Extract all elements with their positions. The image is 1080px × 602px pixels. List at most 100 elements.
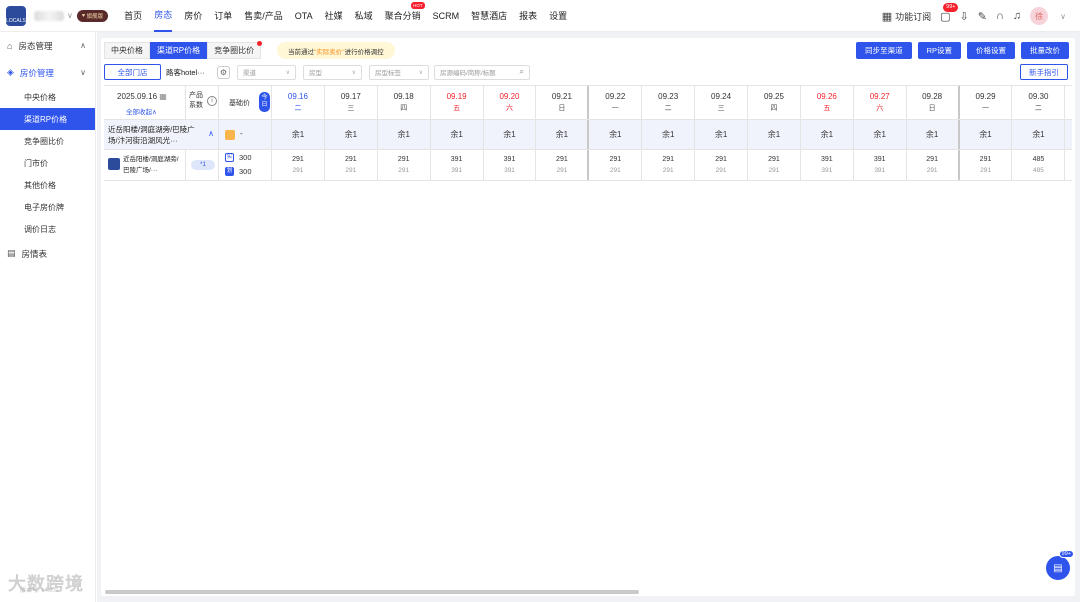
filter-select-2[interactable]: 房型标签 ∨: [369, 64, 429, 80]
product-name[interactable]: 近岳阳楼/洞庭湖旁/巴陵广场/···: [123, 154, 183, 176]
price-cell[interactable]: 391 391: [484, 150, 537, 180]
date-column-header[interactable]: 09.18 四: [378, 86, 431, 119]
availability-cell[interactable]: 余1: [960, 120, 1013, 149]
nav-item-7[interactable]: 私域: [355, 0, 373, 32]
availability-cell[interactable]: 余1: [801, 120, 854, 149]
availability-cell[interactable]: 余1: [589, 120, 643, 149]
bell-icon[interactable]: ♫: [1013, 10, 1021, 22]
avatar-chevron-icon[interactable]: ∨: [1060, 12, 1066, 21]
nav-item-1[interactable]: 房态: [154, 0, 173, 32]
availability-cell[interactable]: 余1: [695, 120, 749, 149]
availability-cell[interactable]: 余1: [907, 120, 960, 149]
filter-select-0[interactable]: 渠道 ∨: [237, 64, 296, 80]
gear-icon[interactable]: ⚙: [217, 65, 230, 79]
price-cell[interactable]: 291 291: [536, 150, 590, 180]
date-column-header[interactable]: 09.20 六: [484, 86, 537, 119]
availability-cell[interactable]: 余1: [1012, 120, 1066, 149]
date-picker[interactable]: 2025.09.16 ▦: [117, 92, 167, 101]
date-column-header[interactable]: 09.19 五: [431, 86, 484, 119]
date-column-header[interactable]: 09.24 三: [695, 86, 749, 119]
nav-item-6[interactable]: 社媒: [325, 0, 343, 32]
horizontal-scrollbar[interactable]: [105, 590, 639, 594]
price-cell[interactable]: 291 291: [642, 150, 696, 180]
price-cell[interactable]: 291 291: [960, 150, 1013, 180]
date-column-header[interactable]: 09.25 四: [748, 86, 801, 119]
nav-item-11[interactable]: 报表: [519, 0, 537, 32]
sidebar-group-2[interactable]: ▤ 房情表: [0, 240, 95, 267]
tab-2[interactable]: 竞争圈比价: [207, 41, 263, 59]
base-sell-value[interactable]: 300: [239, 153, 252, 162]
headset-icon[interactable]: ∩: [996, 10, 1004, 22]
date-column-header[interactable]: 09.23 二: [642, 86, 696, 119]
availability-cell[interactable]: 余1: [272, 120, 325, 149]
availability-cell[interactable]: 余1: [854, 120, 907, 149]
date-column-header[interactable]: 09.17 三: [325, 86, 378, 119]
date-column-header[interactable]: 09.29 一: [960, 86, 1013, 119]
price-cell[interactable]: 291 291: [272, 150, 325, 180]
collapse-all-link[interactable]: 全部收起∧: [126, 106, 157, 116]
avatar[interactable]: 徐: [1030, 7, 1049, 25]
base-strike-value[interactable]: 300: [239, 167, 252, 176]
nav-item-2[interactable]: 房价: [184, 0, 202, 32]
sidebar-item-2[interactable]: 竞争圈比价: [0, 130, 95, 152]
date-column-header[interactable]: 09.27 六: [854, 86, 907, 119]
today-button[interactable]: 今日: [259, 92, 270, 112]
tab-1[interactable]: 渠道RP价格: [150, 42, 208, 59]
sidebar-group-0[interactable]: ⌂ 房态管理 ∧: [0, 32, 95, 59]
hotel-select[interactable]: 路客hotel···: [161, 64, 215, 80]
price-cell[interactable]: 391 391: [854, 150, 907, 180]
price-cell[interactable]: 391 391: [431, 150, 484, 180]
action-button-1[interactable]: RP设置: [917, 42, 961, 59]
availability-cell[interactable]: 余1: [431, 120, 484, 149]
sidebar-item-4[interactable]: 其他价格: [0, 174, 95, 196]
price-cell[interactable]: 391 391: [801, 150, 854, 180]
action-button-3[interactable]: 批量改价: [1021, 42, 1069, 59]
price-cell[interactable]: 291 291: [589, 150, 643, 180]
date-column-header[interactable]: 09.21 日: [536, 86, 590, 119]
availability-cell[interactable]: 余1: [325, 120, 378, 149]
nav-item-0[interactable]: 首页: [124, 0, 142, 32]
sidebar-item-5[interactable]: 电子房价牌: [0, 196, 95, 218]
sidebar-item-0[interactable]: 中央价格: [0, 86, 95, 108]
chevron-down-icon[interactable]: ∨: [67, 11, 73, 20]
sidebar-item-3[interactable]: 门市价: [0, 152, 95, 174]
account-name-blurred[interactable]: [34, 10, 64, 21]
nav-item-12[interactable]: 设置: [549, 0, 567, 32]
room-collapse-icon[interactable]: ∧: [208, 129, 214, 138]
date-column-header[interactable]: 09.30 二: [1012, 86, 1066, 119]
brand-logo[interactable]: LOCALS: [6, 5, 26, 26]
nav-item-8[interactable]: 聚合分销 HOT: [385, 0, 425, 32]
price-cell[interactable]: 291 291: [325, 150, 378, 180]
availability-cell[interactable]: 余1: [642, 120, 696, 149]
filter-select-1[interactable]: 房型 ∨: [303, 64, 362, 80]
sidebar-group-1[interactable]: ◈ 房价管理 ∨: [0, 59, 95, 86]
guide-button[interactable]: 新手指引: [1020, 64, 1068, 80]
info-icon[interactable]: i: [207, 96, 217, 106]
availability-cell[interactable]: 余1: [536, 120, 590, 149]
action-button-2[interactable]: 价格设置: [967, 42, 1015, 59]
message-icon[interactable]: ▢ 99+: [940, 2, 959, 23]
date-column-header[interactable]: 09.16 二: [272, 86, 325, 119]
availability-cell[interactable]: 余1: [748, 120, 801, 149]
all-stores-button[interactable]: 全部门店: [104, 64, 161, 80]
coef-badge[interactable]: *1: [191, 160, 215, 170]
price-cell[interactable]: 485 485: [1012, 150, 1066, 180]
sidebar-item-6[interactable]: 调价日志: [0, 218, 95, 240]
search-input[interactable]: 房源编码/简称/标题 ⌕: [434, 64, 530, 80]
price-cell[interactable]: 291 291: [378, 150, 431, 180]
date-column-header[interactable]: 09.28 日: [907, 86, 960, 119]
chat-button[interactable]: ▤ 99+: [1046, 550, 1074, 580]
availability-cell[interactable]: 余1: [378, 120, 431, 149]
date-column-header[interactable]: 09.26 五: [801, 86, 854, 119]
nav-item-10[interactable]: 智慧酒店: [471, 0, 507, 32]
nav-item-5[interactable]: OTA: [295, 0, 313, 32]
room-name[interactable]: 近岳阳楼/洞庭湖旁/巴陵广场/汴河街沿湖风光···: [108, 124, 204, 148]
action-button-0[interactable]: 同步至渠道: [856, 42, 912, 59]
edit-icon[interactable]: ✎: [978, 10, 987, 23]
date-column-header[interactable]: 09.22 一: [589, 86, 643, 119]
price-cell[interactable]: 291 291: [748, 150, 801, 180]
price-cell[interactable]: 291 291: [907, 150, 960, 180]
nav-item-3[interactable]: 订单: [214, 0, 232, 32]
nav-item-9[interactable]: SCRM: [433, 0, 460, 32]
sidebar-item-1[interactable]: 渠道RP价格: [0, 108, 95, 130]
